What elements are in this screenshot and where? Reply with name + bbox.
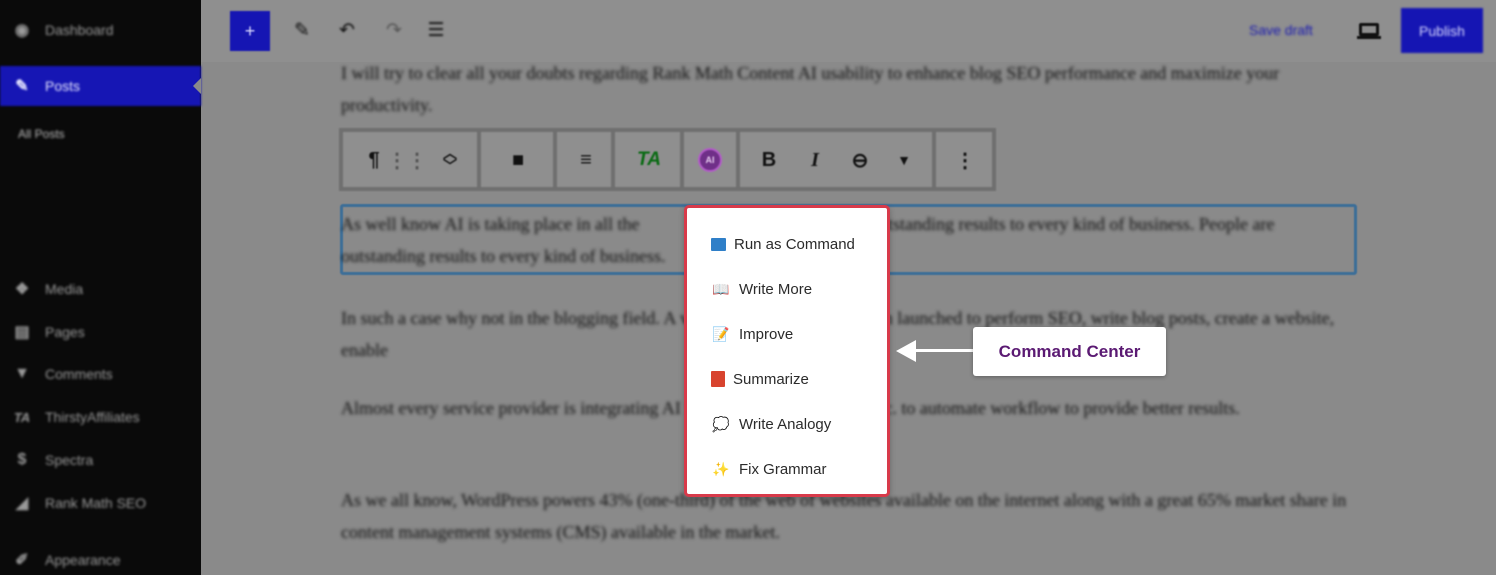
content-ai-icon[interactable]: AI [695,146,725,174]
pages-icon: ▤ [14,324,30,341]
italic-button[interactable]: I [805,146,825,174]
open-book-icon: 📖 [712,280,730,297]
paragraph-block-selected-start[interactable]: As well know AI is taking place in all t… [341,208,681,240]
menu-item-label: Summarize [733,370,809,388]
redo-icon[interactable]: ↷ [382,18,406,42]
save-draft-button[interactable]: Save draft [1249,22,1313,38]
pencil-icon[interactable]: ✎ [290,18,314,42]
menu-item-label: Write Analogy [739,415,832,433]
memo-icon: 📝 [712,325,730,342]
ta-icon: TA [13,409,31,425]
thirsty-affiliates-icon[interactable]: TA [631,146,667,174]
move-up-down-icon[interactable]: ︿ ﹀ [439,146,461,174]
menu-item-write-analogy[interactable]: 💭 Write Analogy [711,411,831,437]
sidebar-item-rank-math[interactable]: ◢ Rank Math SEO [0,483,201,523]
sidebar-item-comments[interactable]: ▼ Comments [0,354,201,394]
sidebar-item-label: Comments [45,366,113,382]
bold-button[interactable]: B [759,146,779,174]
command-center-callout: Command Center [973,327,1166,376]
admin-sidebar: ◉ Dashboard ✎ Posts All Posts ❖ Media ▤ … [0,0,201,575]
block-style-icon[interactable]: ■ [505,146,531,174]
link-icon[interactable]: ⊖ [846,146,874,174]
menu-item-run-as-command[interactable]: Run as Command [711,231,855,257]
paragraph-block-selected-line2[interactable]: outstanding results to every kind of bus… [341,240,681,272]
list-view-icon[interactable]: ☰ [424,18,448,42]
menu-item-write-more[interactable]: 📖 Write More [711,276,812,302]
menu-item-label: Improve [739,325,794,343]
sidebar-item-label: Posts [45,78,81,94]
callout-arrow-head [896,340,916,362]
media-icon: ❖ [14,281,30,298]
sidebar-item-label: ThirstyAffiliates [45,409,140,425]
sidebar-item-appearance[interactable]: ✐ Appearance [0,540,201,575]
add-block-button[interactable]: + [230,11,270,51]
undo-icon[interactable]: ↶ [335,18,359,42]
callout-arrow-line [912,349,974,352]
preview-icon[interactable] [1356,20,1382,42]
sidebar-item-posts[interactable]: ✎ Posts [0,66,201,106]
publish-button[interactable]: Publish [1401,8,1483,53]
sidebar-item-spectra[interactable]: $ Spectra [0,440,201,480]
paragraph-icon[interactable]: ¶ [363,146,385,174]
content-ai-badge: AI [698,148,722,172]
dashboard-icon: ◉ [15,22,29,39]
menu-item-summarize[interactable]: Summarize [711,366,809,392]
comment-icon: ▼ [14,365,30,382]
block-toolbar: ¶ ⋮⋮ ︿ ﹀ ■ ≡ TA AI B I ⊖ ▼ ⋮ [339,128,996,191]
drag-handle-icon[interactable]: ⋮⋮ [387,146,427,174]
rank-math-icon: ◢ [15,495,29,512]
sparkles-icon: ✨ [712,460,730,477]
paragraph-block-selected-end[interactable]: outstanding results to every kind of bus… [870,208,1350,240]
pin-icon: ✎ [15,78,29,95]
sidebar-item-label: Rank Math SEO [45,495,147,511]
sidebar-item-label: Pages [45,324,85,340]
brush-icon: ✐ [15,552,29,569]
sidebar-item-pages[interactable]: ▤ Pages [0,312,201,352]
more-options-icon[interactable]: ⋮ [955,146,975,174]
menu-item-label: Write More [739,280,813,298]
menu-item-label: Run as Command [734,235,855,253]
sidebar-item-dashboard[interactable]: ◉ Dashboard [0,10,201,50]
active-indicator [193,78,201,94]
speech-bubble-icon: 💭 [712,415,730,432]
computer-icon [711,237,726,251]
menu-item-label: Fix Grammar [739,460,827,478]
command-center-menu: Run as Command 📖 Write More 📝 Improve Su… [684,205,890,497]
sidebar-item-label: Spectra [45,452,94,468]
align-icon[interactable]: ≡ [573,146,599,174]
menu-item-fix-grammar[interactable]: ✨ Fix Grammar [711,456,827,482]
sidebar-item-media[interactable]: ❖ Media [0,269,201,309]
dollar-icon: $ [17,451,27,468]
sidebar-item-label: Appearance [45,552,121,568]
closed-book-icon [711,371,725,387]
sidebar-item-thirstyaffiliates[interactable]: TA ThirstyAffiliates [0,397,201,437]
sidebar-item-label: Media [45,281,84,297]
sidebar-subitem-all-posts[interactable]: All Posts [18,127,65,141]
chevron-down-icon[interactable]: ▼ [893,146,915,174]
menu-item-improve[interactable]: 📝 Improve [711,321,793,347]
paragraph-block[interactable]: I will try to clear all your doubts rega… [341,57,1351,121]
editor-topbar: + ✎ ↶ ↷ ☰ Save draft Publish [201,0,1496,62]
sidebar-item-label: Dashboard [45,22,114,38]
